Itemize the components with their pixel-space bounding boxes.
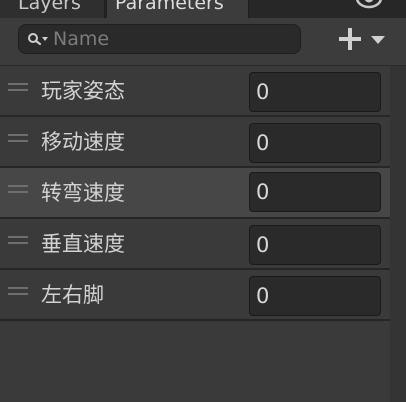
drag-handle-icon[interactable] xyxy=(8,134,28,143)
parameter-value-field[interactable] xyxy=(249,225,381,265)
drag-handle-icon[interactable] xyxy=(8,185,28,194)
drag-handle-icon[interactable] xyxy=(8,287,28,296)
caret-down-icon xyxy=(371,36,385,44)
parameter-value-field[interactable] xyxy=(249,123,381,163)
parameter-value-field[interactable] xyxy=(249,276,381,316)
parameter-list: 玩家姿态 移动速度 转弯速度 垂直速度 左右脚 xyxy=(0,66,406,321)
scroll-gutter xyxy=(390,66,406,402)
parameter-name: 左右脚 xyxy=(41,283,104,307)
drag-handle-icon[interactable] xyxy=(8,236,28,245)
eye-icon[interactable] xyxy=(355,0,383,10)
parameter-value-field[interactable] xyxy=(249,172,381,212)
parameter-row[interactable]: 玩家姿态 xyxy=(0,66,406,117)
tab-bar: Layers Parameters xyxy=(0,0,406,18)
parameter-name: 玩家姿态 xyxy=(41,79,125,103)
animator-parameters-panel: Layers Parameters Name 玩家姿态 0 移动速度 0 转弯速… xyxy=(0,0,406,402)
parameters-toolbar xyxy=(0,18,406,66)
search-input[interactable] xyxy=(53,26,293,52)
parameter-row[interactable]: 转弯速度 xyxy=(0,168,406,219)
plus-icon xyxy=(339,28,361,50)
parameter-name: 垂直速度 xyxy=(41,232,125,256)
tab-layers[interactable]: Layers xyxy=(0,0,105,18)
parameter-name: 转弯速度 xyxy=(41,181,125,205)
parameter-row[interactable]: 垂直速度 xyxy=(0,219,406,270)
search-icon[interactable] xyxy=(27,31,49,47)
parameter-row[interactable]: 左右脚 xyxy=(0,270,406,321)
tab-parameters[interactable]: Parameters xyxy=(106,0,249,18)
parameter-name: 移动速度 xyxy=(41,130,125,154)
search-box[interactable] xyxy=(18,24,301,54)
add-parameter-button[interactable] xyxy=(334,26,390,54)
parameter-row[interactable]: 移动速度 xyxy=(0,117,406,168)
drag-handle-icon[interactable] xyxy=(8,83,28,92)
parameter-value-field[interactable] xyxy=(249,72,381,112)
